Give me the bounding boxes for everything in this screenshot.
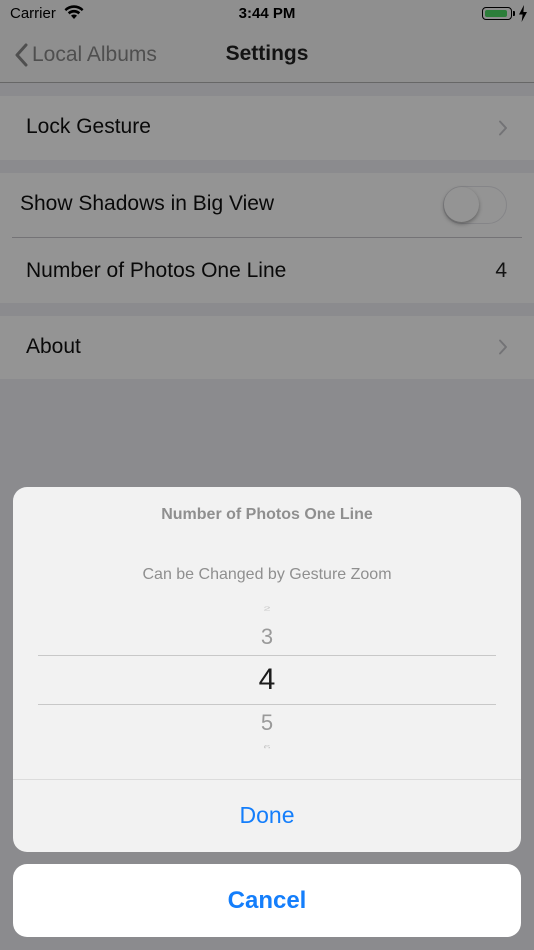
picker-selection-top-line — [38, 655, 496, 656]
cancel-button[interactable]: Cancel — [13, 864, 521, 937]
done-button[interactable]: Done — [13, 780, 521, 852]
picker-selected-option[interactable]: 4 — [13, 663, 521, 697]
picker-action-sheet: Number of Photos One Line Can be Changed… — [13, 487, 521, 852]
picker-option[interactable]: 2 — [13, 605, 521, 610]
sheet-title: Number of Photos One Line — [161, 506, 373, 523]
number-picker[interactable]: 2 3 4 5 6 — [13, 595, 521, 761]
picker-option[interactable]: 5 — [13, 710, 521, 736]
sheet-message: Can be Changed by Gesture Zoom — [142, 566, 392, 583]
picker-selection-bottom-line — [38, 704, 496, 705]
picker-option[interactable]: 3 — [13, 624, 521, 650]
picker-option[interactable]: 6 — [13, 744, 521, 749]
